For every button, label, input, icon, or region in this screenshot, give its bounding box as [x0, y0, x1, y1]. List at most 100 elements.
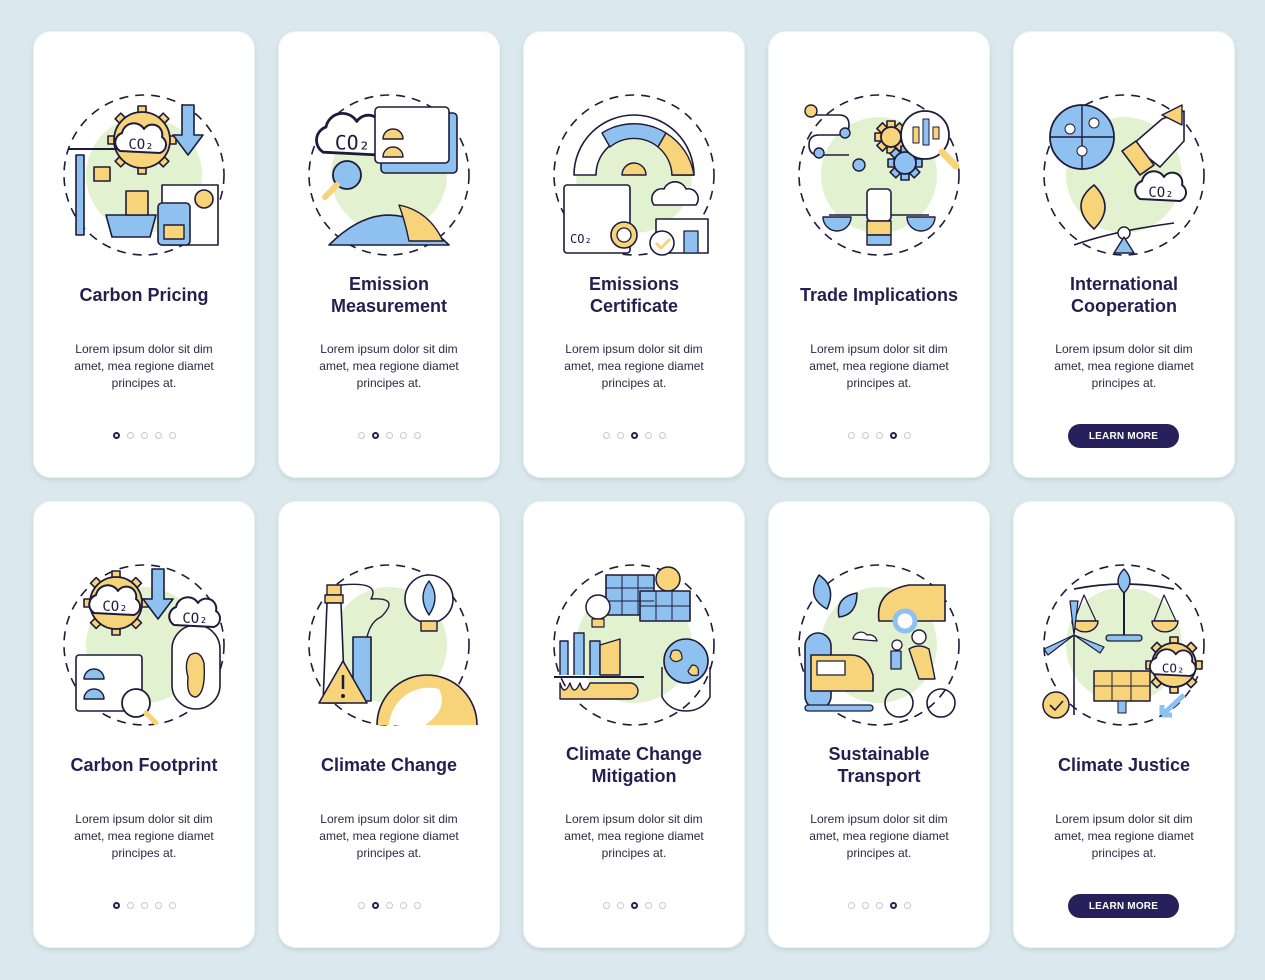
- screen-description-line: amet, mea regione diamet: [1054, 359, 1194, 373]
- pagination-dot-active[interactable]: [112, 902, 120, 909]
- pagination-dot[interactable]: [903, 902, 911, 909]
- pagination-dot[interactable]: [658, 902, 666, 909]
- pagination-dot[interactable]: [154, 432, 162, 439]
- pagination-dot[interactable]: [413, 432, 421, 439]
- screen-description-line: principes at.: [1091, 846, 1157, 860]
- pagination-dot[interactable]: [847, 902, 855, 909]
- screen-description: Lorem ipsum dolor sit dim amet, mea regio…: [53, 341, 235, 392]
- onboarding-screen-card: Climate Change Mitigation Lorem ipsum dolo…: [523, 501, 745, 948]
- pagination-dot[interactable]: [616, 432, 624, 439]
- carbon-footprint-icon: CO₂ CO₂: [54, 555, 234, 735]
- screen-description-line: Lorem ipsum dolor sit dim: [810, 342, 948, 356]
- learn-more-button[interactable]: LEARN MORE: [1068, 424, 1179, 448]
- pagination-dot[interactable]: [140, 902, 148, 909]
- screen-description-line: Lorem ipsum dolor sit dim: [320, 342, 458, 356]
- screen-title-line: Emission: [348, 274, 430, 294]
- screen-description-line: amet, mea regione diamet: [564, 829, 704, 843]
- sustainable-transport-icon: [789, 555, 969, 735]
- screen-description: Lorem ipsum dolor sit dim amet, mea regio…: [53, 811, 235, 862]
- pagination-dot-active[interactable]: [889, 432, 897, 439]
- pagination-dot[interactable]: [168, 902, 176, 909]
- screen-description-line: Lorem ipsum dolor sit dim: [320, 812, 458, 826]
- pagination-dot[interactable]: [357, 902, 365, 909]
- pagination-dot[interactable]: [602, 902, 610, 909]
- onboarding-screen-card: Sustainable Transport Lorem ipsum dolor si…: [768, 501, 990, 948]
- pagination-dots: [768, 432, 990, 439]
- trade-implications-icon: [789, 85, 969, 265]
- screen-description: Lorem ipsum dolor sit dim amet, mea regio…: [543, 811, 725, 862]
- pagination-dot[interactable]: [385, 902, 393, 909]
- screen-description: Lorem ipsum dolor sit dim amet, mea regio…: [298, 811, 480, 862]
- screen-description-line: principes at.: [111, 376, 177, 390]
- pagination-dot[interactable]: [399, 432, 407, 439]
- pagination-dot-active[interactable]: [630, 432, 638, 439]
- screen-description-line: amet, mea regione diamet: [564, 359, 704, 373]
- pagination-dot-active[interactable]: [889, 902, 897, 909]
- screen-description-line: principes at.: [601, 376, 667, 390]
- pagination-dot[interactable]: [126, 432, 134, 439]
- pagination-dot[interactable]: [658, 432, 666, 439]
- screen-description-line: Lorem ipsum dolor sit dim: [810, 812, 948, 826]
- screen-description-line: principes at.: [1091, 376, 1157, 390]
- screen-title-line: Carbon Pricing: [79, 285, 209, 305]
- pagination-dot[interactable]: [616, 902, 624, 909]
- pagination-dot-active[interactable]: [371, 432, 379, 439]
- screen-title: Emission Measurement: [286, 273, 492, 317]
- onboarding-screen-card: CO₂ CO₂ Carbon Footprint Lorem ipsum dolo…: [33, 501, 255, 948]
- learn-more-button[interactable]: LEARN MORE: [1068, 894, 1179, 918]
- screen-title-line: Cooperation: [1071, 296, 1177, 316]
- emission-measurement-icon: CO₂: [299, 85, 479, 265]
- screen-title: Sustainable Transport: [776, 743, 982, 787]
- pagination-dot-active[interactable]: [371, 902, 379, 909]
- climate-change-icon: [299, 555, 479, 735]
- pagination-dot[interactable]: [154, 902, 162, 909]
- pagination-dot[interactable]: [357, 432, 365, 439]
- pagination-dot[interactable]: [413, 902, 421, 909]
- screen-description: Lorem ipsum dolor sit dim amet, mea regio…: [788, 811, 970, 862]
- pagination-dot[interactable]: [168, 432, 176, 439]
- pagination-dot[interactable]: [644, 432, 652, 439]
- screen-title-line: Carbon Footprint: [70, 755, 218, 775]
- screen-title-line: Certificate: [589, 296, 679, 316]
- screen-description: Lorem ipsum dolor sit dim amet, mea regio…: [1033, 341, 1215, 392]
- screen-description-line: Lorem ipsum dolor sit dim: [565, 812, 703, 826]
- screen-description: Lorem ipsum dolor sit dim amet, mea regio…: [543, 341, 725, 392]
- screen-description-line: amet, mea regione diamet: [1054, 829, 1194, 843]
- pagination-dot[interactable]: [875, 902, 883, 909]
- svg-text:CO₂: CO₂: [102, 599, 127, 615]
- pagination-dot[interactable]: [875, 432, 883, 439]
- pagination-dots: [523, 432, 745, 439]
- screen-description-line: Lorem ipsum dolor sit dim: [75, 342, 213, 356]
- pagination-dot[interactable]: [602, 432, 610, 439]
- pagination-dot[interactable]: [126, 902, 134, 909]
- screen-description-line: principes at.: [111, 846, 177, 860]
- screen-description-line: principes at.: [846, 846, 912, 860]
- pagination-dot[interactable]: [399, 902, 407, 909]
- screen-title-line: Transport: [837, 766, 921, 786]
- screen-title: International Cooperation: [1021, 273, 1227, 317]
- screen-title: Climate Justice: [1021, 754, 1227, 776]
- pagination-dot-active[interactable]: [112, 432, 120, 439]
- screen-title-line: Measurement: [330, 296, 448, 316]
- svg-text:CO₂: CO₂: [570, 232, 592, 246]
- pagination-dot[interactable]: [385, 432, 393, 439]
- pagination-dot[interactable]: [903, 432, 911, 439]
- onboarding-screen-card: CO₂ Emission Measurement Lorem ipsum dolor…: [278, 31, 500, 478]
- climate-justice-icon: CO₂: [1034, 555, 1214, 735]
- pagination-dot[interactable]: [861, 902, 869, 909]
- screen-description-line: Lorem ipsum dolor sit dim: [1055, 812, 1193, 826]
- screen-description-line: Lorem ipsum dolor sit dim: [75, 812, 213, 826]
- pagination-dot-active[interactable]: [630, 902, 638, 909]
- screen-description-line: amet, mea regione diamet: [809, 829, 949, 843]
- screen-title-line: Climate Justice: [1057, 755, 1191, 775]
- screen-title: Trade Implications: [776, 284, 982, 306]
- pagination-dot[interactable]: [644, 902, 652, 909]
- screen-description: Lorem ipsum dolor sit dim amet, mea regio…: [788, 341, 970, 392]
- pagination-dot[interactable]: [140, 432, 148, 439]
- pagination-dot[interactable]: [861, 432, 869, 439]
- pagination-dot[interactable]: [847, 432, 855, 439]
- screen-title: Carbon Footprint: [41, 754, 247, 776]
- screen-description-line: principes at.: [356, 846, 422, 860]
- screen-description-line: amet, mea regione diamet: [74, 829, 214, 843]
- onboarding-screen-card: CO₂ Climate Justice Lorem ipsum dolor sit…: [1013, 501, 1235, 948]
